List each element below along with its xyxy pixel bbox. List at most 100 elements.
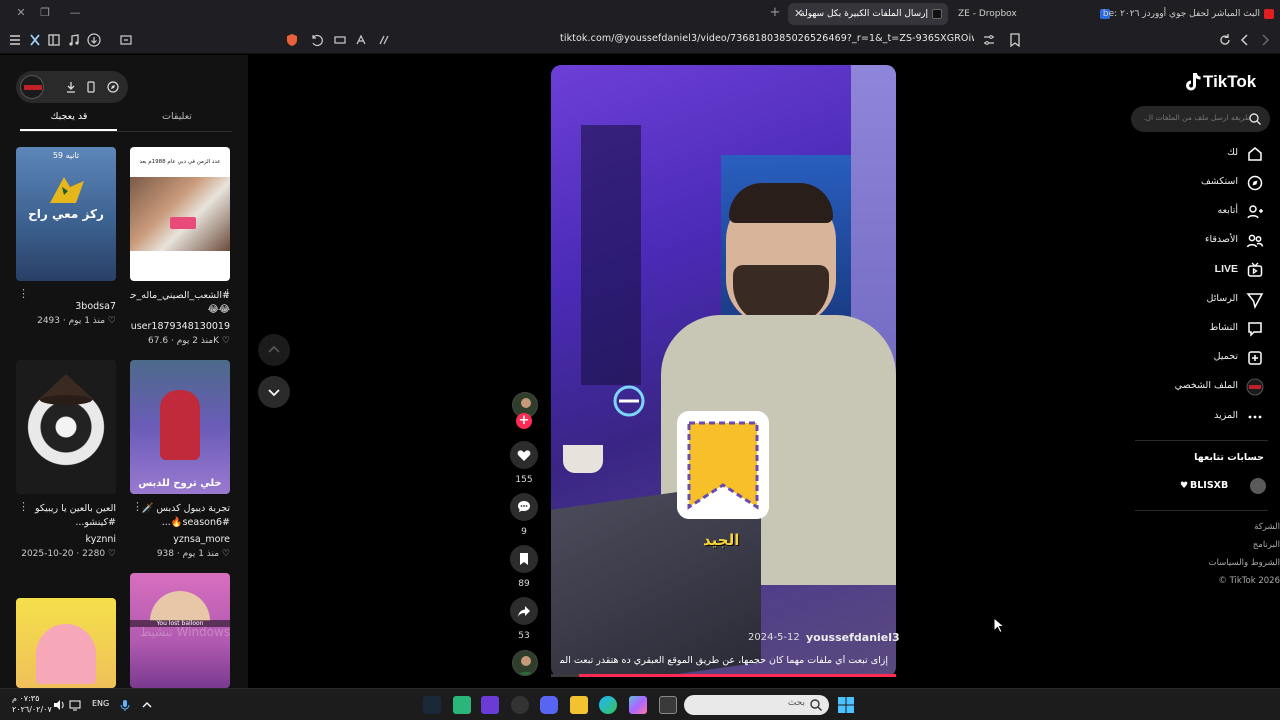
reader-mode-icon[interactable] — [332, 32, 348, 48]
search-icon[interactable] — [1248, 112, 1262, 126]
close-window-icon[interactable]: ✕ — [14, 6, 28, 20]
search-input[interactable] — [1143, 113, 1251, 122]
video-player[interactable]: الجيد — [551, 65, 896, 677]
nav-profile[interactable]: الملف الشخصي — [1150, 376, 1268, 398]
edge-icon[interactable] — [599, 696, 617, 714]
video-thumbnail[interactable] — [16, 360, 116, 494]
video-thumbnail[interactable] — [16, 598, 116, 688]
heart-icon: ♡ — [107, 549, 116, 559]
save-button[interactable] — [510, 545, 538, 573]
heart-icon: ♡ — [107, 316, 116, 326]
sound-avatar[interactable] — [512, 650, 538, 676]
language-indicator[interactable]: ENG — [92, 699, 109, 708]
nav-for-you[interactable]: لك — [1150, 143, 1268, 165]
bookmark-icon[interactable] — [1007, 32, 1023, 48]
next-video-button[interactable] — [258, 376, 290, 408]
url-field[interactable]: tiktok.com/@youssefdaniel3/video/7368180… — [560, 33, 974, 48]
nav-more[interactable]: المزيد — [1150, 406, 1268, 428]
video-caption[interactable]: إزاى تبعت أي ملفات مهما كان حجمها، عن طر… — [560, 655, 888, 666]
video-date: 2024-5-12 — [748, 632, 800, 643]
minimize-window-icon[interactable]: — — [68, 6, 82, 20]
bookmark-icon — [520, 553, 528, 565]
avatar — [1250, 478, 1266, 494]
previous-video-button[interactable] — [258, 334, 290, 366]
tracking-icon[interactable] — [376, 32, 392, 48]
windows-start-icon[interactable] — [837, 696, 855, 714]
extension-shield-icon[interactable] — [284, 32, 300, 48]
video-thumbnail[interactable]: 59 ثانيه ركز معي راح — [16, 147, 116, 281]
download-icon[interactable] — [64, 80, 78, 94]
network-icon[interactable] — [68, 698, 82, 712]
tab-tiktok[interactable]: ✕ إرسال الملفات الكبيرة بكل سهولة — [788, 3, 948, 25]
nav-messages[interactable]: الرسائل — [1150, 289, 1268, 311]
follow-button[interactable]: + — [516, 413, 532, 429]
reload-back-icon[interactable] — [309, 32, 325, 48]
download-icon[interactable] — [86, 32, 102, 48]
windows-activation-watermark: تنشيط Windows — [140, 625, 231, 639]
app-icon[interactable] — [453, 696, 471, 714]
browser-icon[interactable] — [481, 696, 499, 714]
clock[interactable]: ٠٧:٣٥ م ٢٠٢٦/٠٢/٠٧ — [12, 693, 52, 715]
tab-you-may-like[interactable]: قد يعجبك — [19, 111, 119, 122]
upload-icon — [1248, 351, 1262, 365]
reload-icon[interactable] — [1217, 32, 1233, 48]
nav-activity[interactable]: النشاط — [1150, 318, 1268, 340]
video-thumbnail[interactable]: خلي تروح للدبس — [130, 360, 230, 494]
footer-link-company[interactable]: الشركة — [1180, 522, 1280, 532]
chevron-up-icon[interactable] — [140, 698, 154, 712]
video-thumbnail[interactable]: عدد الزمن في دبي عام 1988م بعد — [130, 147, 230, 281]
file-explorer-icon[interactable] — [570, 696, 588, 714]
youtube-icon — [1264, 9, 1274, 19]
nav-friends[interactable]: الأصدقاء — [1150, 230, 1268, 252]
x-icon[interactable] — [27, 32, 43, 48]
nav-live[interactable]: LIVE — [1150, 259, 1268, 281]
maximize-window-icon[interactable]: ❐ — [38, 6, 52, 20]
music-icon[interactable] — [66, 32, 82, 48]
app-icon[interactable] — [511, 696, 529, 714]
heart-icon: ♥ — [1180, 481, 1189, 491]
discord-icon[interactable] — [540, 696, 558, 714]
tabs-divider — [20, 131, 232, 132]
nav-upload[interactable]: تحميل — [1150, 347, 1268, 369]
back-arrow-icon[interactable] — [1237, 32, 1253, 48]
tiktok-note-icon — [1186, 73, 1201, 91]
video-progress-bar[interactable] — [551, 674, 896, 677]
comment-button[interactable] — [510, 493, 538, 521]
task-view-icon[interactable] — [659, 696, 677, 714]
screenshot-icon[interactable] — [118, 32, 134, 48]
profile-icon — [1246, 378, 1264, 396]
tab-comments[interactable]: تعليقات — [127, 111, 227, 122]
nav-explore[interactable]: استكشف — [1150, 172, 1268, 194]
forward-arrow-icon[interactable] — [1257, 32, 1273, 48]
footer-link-terms[interactable]: الشروط والسياسات — [1180, 558, 1280, 568]
copilot-icon[interactable] — [629, 696, 647, 714]
tab-live-stream[interactable]: البث المباشر لحفل جوي أووردز ٢٠٢٦ :be — [1098, 3, 1280, 25]
site-settings-icon[interactable] — [981, 32, 997, 48]
taskbar-search[interactable]: بحث — [684, 695, 829, 715]
microphone-icon[interactable] — [118, 698, 132, 712]
more-options-icon[interactable]: ⋮ — [18, 287, 29, 300]
like-button[interactable] — [510, 441, 538, 469]
share-button[interactable] — [510, 597, 538, 625]
tab-dropbox[interactable]: ZE - Dropbox — [952, 3, 1092, 25]
translate-icon[interactable] — [354, 32, 370, 48]
volume-icon[interactable] — [52, 698, 66, 712]
like-count: 155 — [515, 475, 533, 485]
search-box[interactable] — [1131, 106, 1270, 132]
new-tab-icon[interactable]: + — [768, 6, 782, 20]
related-videos-panel: تعليقات قد يعجبك 59 ثانيه ركز معي راح ⋮ … — [0, 55, 248, 688]
nav-following[interactable]: أتابعه — [1150, 201, 1268, 223]
tiktok-logo[interactable]: TikTok — [1185, 70, 1267, 96]
sidebar-icon[interactable] — [46, 32, 62, 48]
heart-icon — [517, 450, 531, 461]
avatar[interactable] — [20, 75, 44, 99]
chevron-up-icon — [268, 345, 280, 353]
steam-icon[interactable] — [423, 696, 441, 714]
phone-icon[interactable] — [84, 80, 98, 94]
compass-icon[interactable] — [106, 80, 120, 94]
footer-link-program[interactable]: البرنامج — [1180, 540, 1280, 550]
video-author[interactable]: youssefdaniel3 — [806, 631, 900, 644]
heart-icon: ♡ — [221, 336, 230, 346]
menu-icon[interactable] — [7, 32, 23, 48]
following-account-item[interactable]: ♥ BLISXB — [1180, 478, 1268, 496]
